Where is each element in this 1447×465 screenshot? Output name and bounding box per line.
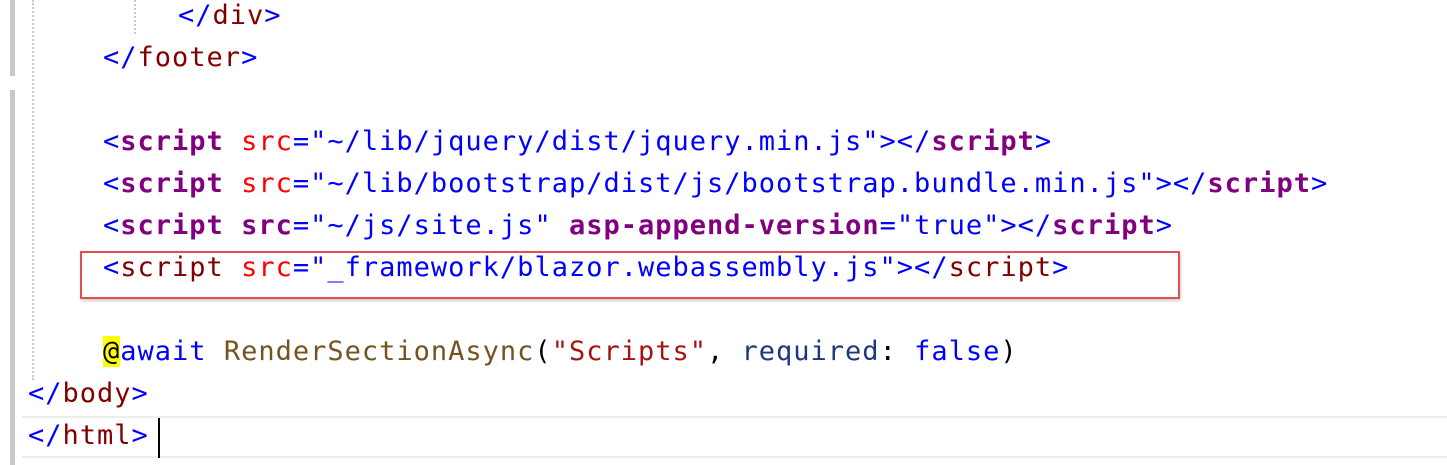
code-token: =" [292,210,328,241]
code-token: "></ [983,210,1053,241]
code-token: </ [28,420,63,451]
code-token: < [103,168,121,199]
code-token: asp-append-version [568,210,880,241]
code-token: > [131,378,149,409]
code-token: < [103,210,121,241]
code-editor[interactable]: </div> </footer> <script src="~/lib/jque… [0,0,1447,465]
code-line[interactable]: </html> [28,415,149,457]
code-token: " [534,210,552,241]
code-token: src [241,210,293,241]
code-token: ~/lib/bootstrap/dist/js/bootstrap.bundle… [327,168,1139,199]
code-token: > [1310,168,1329,199]
code-line[interactable]: <script src="~/lib/jquery/dist/jquery.mi… [103,121,1052,163]
current-line-highlight [22,416,1447,458]
code-token: , [707,336,742,367]
code-token: src [241,168,293,199]
code-token: script [120,168,224,199]
code-token: true [914,210,984,241]
code-token: > [1155,210,1173,241]
code-token: await [120,336,207,367]
code-token: =" [292,126,328,157]
gutter-change-bar [10,34,15,76]
code-token: body [62,378,132,409]
code-line[interactable]: </div> [178,0,282,37]
code-token: </ [103,42,138,73]
code-line[interactable]: </footer> [103,37,258,79]
code-line[interactable]: <script src="~/js/site.js" asp-append-ve… [103,205,1173,247]
code-token: "></ [862,126,932,157]
code-token: "Scripts" [551,336,707,367]
code-token: footer [137,42,242,73]
code-token: : [879,336,915,367]
code-token: </ [28,378,63,409]
code-token: false [914,336,1001,367]
code-token: > [264,0,282,31]
code-token: ) [1000,336,1018,367]
code-token: < [103,126,121,157]
code-token: "></ [1138,168,1208,199]
code-token: ( [534,336,552,367]
code-token: div [212,0,265,31]
code-line[interactable]: @await RenderSectionAsync("Scripts", req… [103,331,1018,373]
code-token: ~/js/site.js [327,210,535,241]
code-token: script [1207,168,1311,199]
code-token: =" [879,210,915,241]
highlight-annotation-box [80,251,1180,299]
code-token: </ [178,0,213,31]
text-caret [158,418,160,458]
code-line[interactable]: <script src="~/lib/bootstrap/dist/js/boo… [103,163,1328,205]
code-token: > [1034,126,1053,157]
code-token: > [241,42,259,73]
code-token: @ [103,336,121,367]
code-token: ~/lib/jquery/dist/jquery.min.js [327,126,863,157]
gutter-change-bar [10,0,15,34]
code-token: script [931,126,1035,157]
code-token: html [62,420,132,451]
code-token: RenderSectionAsync [223,336,535,367]
indent-guide [134,0,136,34]
gutter-change-bar [10,90,15,465]
code-token: src [241,126,293,157]
code-token: script [120,210,224,241]
code-token: =" [292,168,328,199]
indent-guide [32,0,34,380]
code-line[interactable]: </body> [28,373,149,415]
code-token: > [131,420,149,451]
code-token: script [120,126,224,157]
code-token: script [1052,210,1156,241]
code-token: required [741,336,880,367]
